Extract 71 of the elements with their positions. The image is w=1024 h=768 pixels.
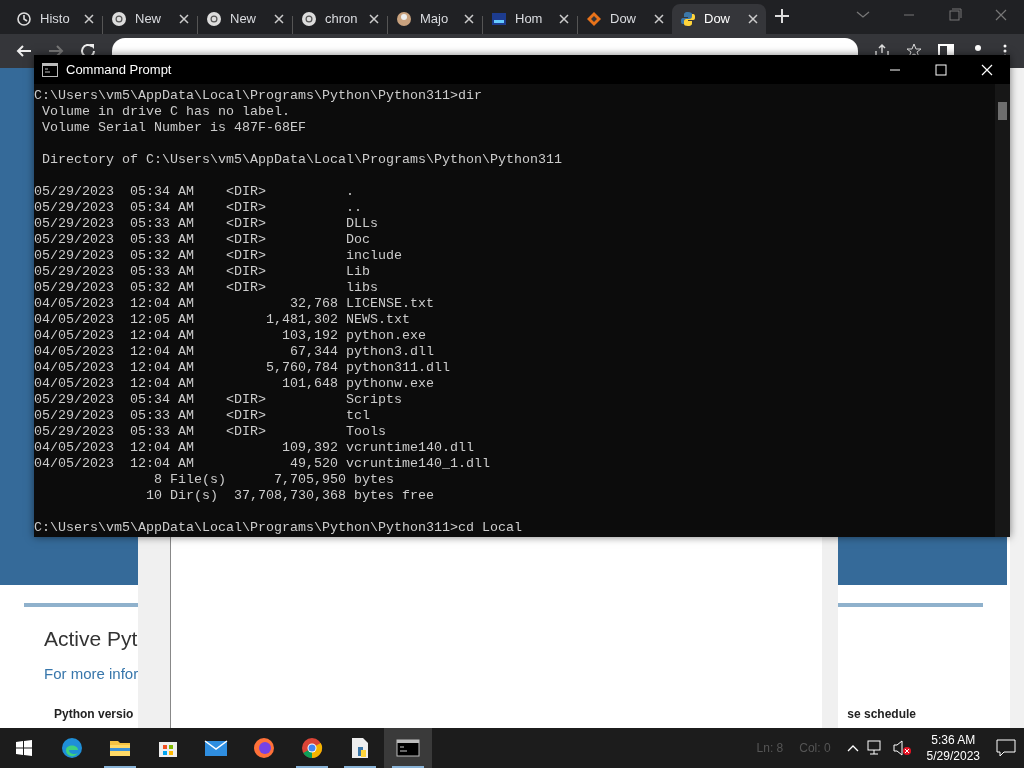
terminal-line: 05/29/2023 05:32 AM <DIR> include <box>34 248 402 264</box>
terminal-icon <box>42 62 58 77</box>
browser-tab[interactable]: Dow <box>672 4 766 34</box>
terminal-line: 04/05/2023 12:04 AM 32,768 LICENSE.txt <box>34 296 434 312</box>
column-header: se schedule <box>847 706 916 723</box>
browser-logo-icon <box>301 11 317 27</box>
start-icon[interactable] <box>16 740 32 756</box>
notification-icon[interactable] <box>996 739 1016 757</box>
terminal-line: 05/29/2023 05:34 AM <DIR> . <box>34 184 354 200</box>
browser-logo-icon <box>111 11 127 27</box>
page-subtext: For more infor <box>44 663 139 684</box>
clock-date: 5/29/2023 <box>926 748 980 764</box>
terminal-line: 05/29/2023 05:33 AM <DIR> DLLs <box>34 216 378 232</box>
terminal-line: Volume in drive C has no label. <box>41 104 290 120</box>
window-title: Command Prompt <box>66 60 172 79</box>
close-icon[interactable] <box>369 14 379 24</box>
terminal-line: 05/29/2023 05:34 AM <DIR> .. <box>34 200 362 216</box>
browser-tab[interactable]: Hom <box>483 4 577 34</box>
close-icon[interactable] <box>84 14 94 24</box>
clock-time: 5:36 AM <box>930 732 977 748</box>
browser-tab[interactable]: New <box>103 4 197 34</box>
terminal-line: 04/05/2023 12:05 AM 1,481,302 NEWS.txt <box>34 312 410 328</box>
browser-tab[interactable]: Dow <box>578 4 672 34</box>
terminal-line: 04/05/2023 12:04 AM 101,648 pythonw.exe <box>34 376 434 392</box>
terminal-line: 05/29/2023 05:33 AM <DIR> tcl <box>34 408 370 424</box>
volume-muted-icon[interactable] <box>892 740 911 756</box>
terminal-line: 05/29/2023 05:33 AM <DIR> Lib <box>34 264 370 280</box>
diamond-icon <box>586 11 602 27</box>
terminal-line: 05/29/2023 05:34 AM <DIR> Scripts <box>34 392 402 408</box>
browser-logo-icon <box>252 736 276 760</box>
terminal-line: 04/05/2023 12:04 AM 103,192 python.exe <box>34 328 426 344</box>
close-icon[interactable] <box>559 14 569 24</box>
browser-tab[interactable]: Histo <box>8 4 102 34</box>
column-header: Python versio <box>54 706 134 723</box>
browser-logo-icon <box>300 736 324 760</box>
terminal-line: 05/29/2023 05:32 AM <DIR> libs <box>34 280 378 296</box>
close-icon[interactable] <box>654 14 664 24</box>
terminal-line: 04/05/2023 12:04 AM 5,760,784 python311.dll <box>34 360 450 376</box>
status-text: Ln: 8 <box>756 740 784 757</box>
python-logo-icon <box>680 11 696 27</box>
terminal-line: 04/05/2023 12:04 AM 109,392 vcruntime140.dll <box>34 440 474 456</box>
close-icon[interactable] <box>464 14 474 24</box>
scrollbar[interactable] <box>995 84 1010 537</box>
terminal-line: 10 Dir(s) 37,708,730,368 bytes free <box>144 488 434 504</box>
history-icon <box>16 11 32 27</box>
terminal-line: Directory of C:\Users\vm5\AppData\Local\Programs\Python\Python311 <box>41 152 562 168</box>
terminal-line: C:\Users\vm5\AppData\Local\Programs\Python\Python311>dir <box>34 88 482 104</box>
close-icon[interactable] <box>179 14 189 24</box>
close-icon[interactable] <box>748 14 758 24</box>
browser-tab[interactable]: chron <box>293 4 387 34</box>
terminal-line: Volume Serial Number is 487F-68EF <box>41 120 306 136</box>
browser-logo-icon <box>60 736 84 760</box>
cartoon-avatar-icon <box>396 11 412 27</box>
terminal-icon <box>396 736 420 760</box>
terminal-line: 04/05/2023 12:04 AM 49,520 vcruntime140_1.dll <box>34 456 490 472</box>
browser-tab[interactable]: New <box>198 4 292 34</box>
page-heading: Active Pyt <box>44 626 138 652</box>
terminal-line: 05/29/2023 05:33 AM <DIR> Doc <box>34 232 370 248</box>
terminal-line: 8 File(s) 7,705,950 bytes <box>152 472 394 488</box>
terminal-line: 05/29/2023 05:33 AM <DIR> Tools <box>34 424 386 440</box>
terminal-line: C:\Users\vm5\AppData\Local\Programs\Python\Python311>cd Local <box>34 520 522 536</box>
scrollbar[interactable] <box>1010 68 1024 728</box>
browser-tab[interactable]: Majo <box>388 4 482 34</box>
terminal-line: 04/05/2023 12:04 AM 67,344 python3.dll <box>34 344 434 360</box>
back-arrow-icon[interactable] <box>16 43 32 59</box>
new-tab-icon[interactable] <box>774 8 790 24</box>
clock[interactable]: 5:36 AM 5/29/2023 <box>918 732 988 764</box>
taskbar-button[interactable] <box>384 728 432 768</box>
close-icon[interactable] <box>274 14 284 24</box>
site-logo-icon <box>491 11 507 27</box>
browser-logo-icon <box>206 11 222 27</box>
